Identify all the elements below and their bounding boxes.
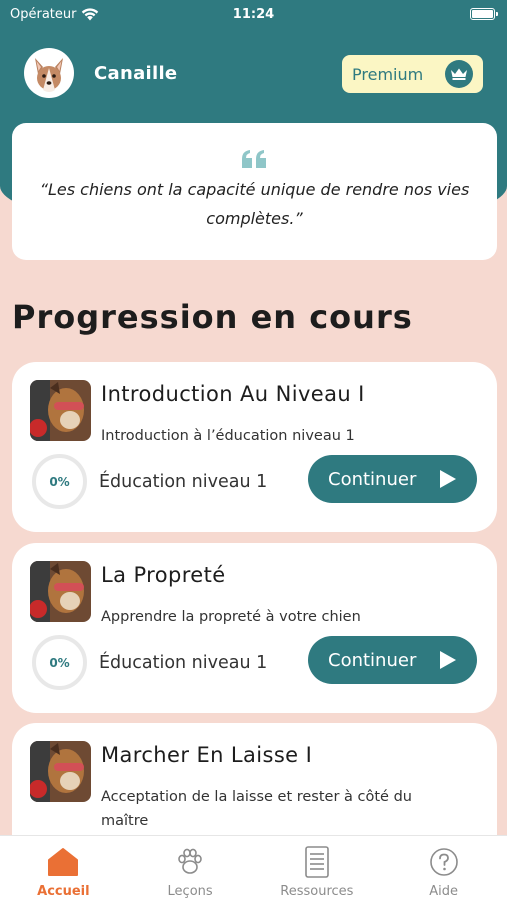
play-icon [440, 470, 456, 488]
document-icon [304, 846, 330, 878]
lesson-subtitle: Introduction à l’éducation niveau 1 [101, 428, 355, 444]
lesson-thumbnail [30, 561, 91, 622]
continue-button[interactable]: Continuer [308, 636, 477, 684]
lesson-title: Marcher En Laisse I [101, 743, 313, 767]
tab-bar: Accueil Leçons Ressources Aide [0, 835, 507, 900]
dog-photo-icon [30, 741, 91, 802]
paw-icon [175, 846, 205, 878]
continue-button[interactable]: Continuer [308, 455, 477, 503]
quote-text: “Les chiens ont la capacité unique de re… [39, 180, 470, 228]
help-icon [429, 846, 459, 878]
lesson-thumbnail [30, 741, 91, 802]
premium-label: Premium [352, 64, 424, 84]
quote-icon [241, 150, 266, 168]
status-time: 11:24 [232, 7, 275, 22]
lesson-thumbnail [30, 380, 91, 441]
continue-label: Continuer [328, 468, 417, 490]
lesson-subtitle: Apprendre la propreté à votre chien [101, 609, 361, 625]
lesson-subtitle: Acceptation de la laisse et rester à côt… [101, 789, 412, 829]
username: Canaille [94, 62, 178, 84]
dog-avatar-icon [26, 50, 72, 96]
tab-aide[interactable]: Aide [389, 846, 499, 899]
dog-photo-icon [30, 380, 91, 441]
lesson-card[interactable]: La Propreté Apprendre la propreté à votr… [12, 543, 497, 713]
lesson-title: Introduction Au Niveau I [101, 382, 365, 406]
lesson-title: La Propreté [101, 563, 226, 587]
battery-icon [470, 8, 498, 20]
tab-label: Leçons [167, 884, 213, 899]
status-bar: Opérateur 11:24 [0, 0, 507, 28]
continue-label: Continuer [328, 649, 417, 671]
tab-label: Accueil [37, 884, 90, 899]
progress-ring: 0% [32, 454, 87, 509]
dog-photo-icon [30, 561, 91, 622]
crown-icon [445, 60, 473, 88]
tab-label: Aide [429, 884, 458, 899]
progress-value: 0% [49, 474, 70, 489]
premium-button[interactable]: Premium [342, 55, 483, 93]
quote-card: “Les chiens ont la capacité unique de re… [12, 123, 497, 260]
lesson-level: Éducation niveau 1 [99, 653, 268, 673]
lesson-card[interactable]: Introduction Au Niveau I Introduction à … [12, 362, 497, 532]
lesson-level: Éducation niveau 1 [99, 472, 268, 492]
tab-label: Ressources [280, 884, 354, 899]
section-title: Progression en cours [12, 298, 413, 336]
progress-ring: 0% [32, 635, 87, 690]
tab-accueil[interactable]: Accueil [8, 846, 118, 899]
tab-ressources[interactable]: Ressources [262, 846, 372, 899]
play-icon [440, 651, 456, 669]
profile[interactable]: Canaille [24, 48, 177, 98]
progress-value: 0% [49, 655, 70, 670]
home-icon [47, 846, 79, 878]
avatar[interactable] [24, 48, 74, 98]
tab-lecons[interactable]: Leçons [135, 846, 245, 899]
